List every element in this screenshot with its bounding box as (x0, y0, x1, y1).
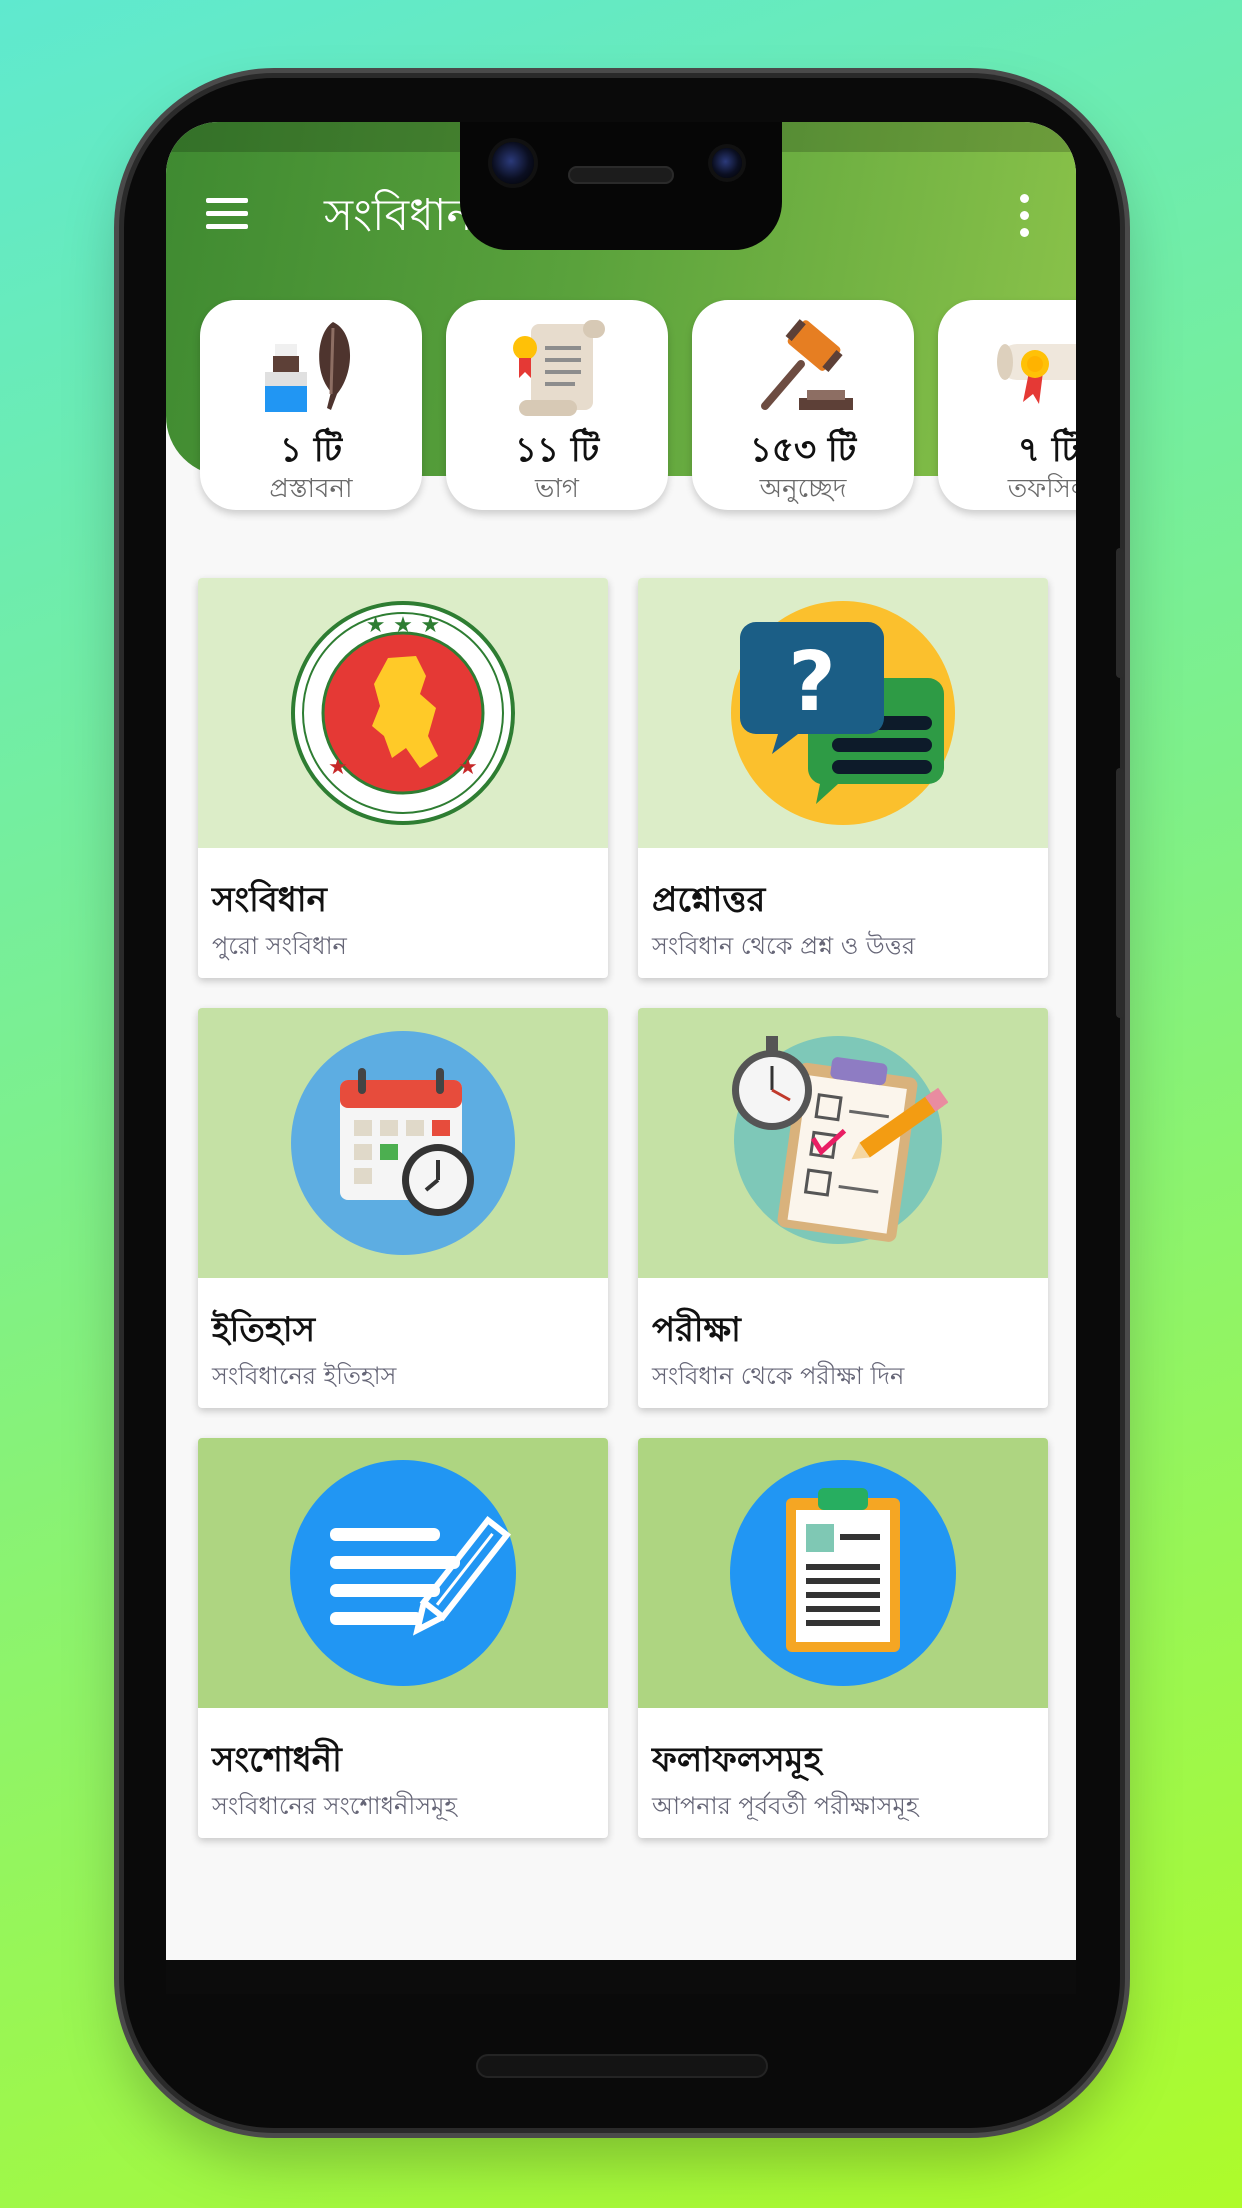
card-title: পরীক্ষা (652, 1310, 741, 1350)
stat-card-schedules[interactable]: ৭ টি তফসিল (938, 300, 1076, 510)
svg-text:?: ? (788, 635, 836, 730)
card-image: ★ ★ ★ ★ ★ (198, 578, 608, 848)
card-image (198, 1008, 608, 1278)
card-subtitle: সংবিধানের সংশোধনীসমূহ (212, 1792, 458, 1820)
menu-card-constitution[interactable]: ★ ★ ★ ★ ★ সংবিধান পুরো সংবিধান (198, 578, 608, 978)
svg-text:★: ★ (458, 755, 478, 780)
card-image (198, 1438, 608, 1708)
stat-card-articles[interactable]: ১৫৩ টি অনুচ্ছেদ (692, 300, 914, 510)
svg-text:★ ★ ★: ★ ★ ★ (366, 613, 441, 638)
card-subtitle: সংবিধান থেকে প্রশ্ন ও উত্তর (652, 932, 916, 960)
stat-card-parts[interactable]: ১১ টি ভাগ (446, 300, 668, 510)
card-title: ইতিহাস (212, 1310, 316, 1350)
menu-card-qa[interactable]: ? প্রশ্নোত্তর সংবিধান থেকে প্রশ্ন ও উত্ত… (638, 578, 1048, 978)
card-title: ফলাফলসমূহ (652, 1740, 822, 1780)
card-subtitle: আপনার পূর্ববর্তী পরীক্ষাসমূহ (652, 1792, 919, 1820)
stats-carousel[interactable]: ১ টি প্রস্তাবনা ১১ টি ভাগ ১৫৩ টি অনুচ্ছে… (200, 300, 1076, 510)
gavel-icon (761, 319, 853, 410)
edit-document-icon (290, 1460, 516, 1686)
question-chat-icon: ? (731, 601, 955, 825)
page-title: সংবিধান (324, 190, 473, 241)
camera-notch (460, 122, 782, 250)
card-title: সংশোধনী (212, 1740, 342, 1780)
card-subtitle: পুরো সংবিধান (212, 932, 347, 960)
card-title: সংবিধান (212, 880, 327, 920)
phone-power-button (1116, 548, 1124, 678)
ink-quill-icon (265, 322, 351, 412)
earpiece-speaker (568, 166, 674, 184)
more-options-icon[interactable] (1018, 194, 1032, 238)
menu-card-amendments[interactable]: সংশোধনী সংবিধানের সংশোধনীসমূহ (198, 1438, 608, 1838)
clipboard-results-icon (730, 1460, 956, 1686)
government-seal-icon: ★ ★ ★ ★ ★ (291, 601, 515, 825)
card-subtitle: সংবিধানের ইতিহাস (212, 1362, 397, 1390)
card-image: ? (638, 578, 1048, 848)
stat-label: ভাগ (535, 474, 579, 504)
app-screen: সংবিধান ১ টি প্রস্তাবনা ১১ টি ভাগ ১৫৩ টি… (166, 122, 1076, 1960)
menu-card-history[interactable]: ইতিহাস সংবিধানের ইতিহাস (198, 1008, 608, 1408)
navigation-bar (166, 1960, 1076, 1994)
svg-text:★: ★ (328, 755, 348, 780)
home-indicator (476, 2054, 768, 2078)
scroll-icon (513, 320, 605, 416)
card-image (638, 1438, 1048, 1708)
front-camera (492, 142, 534, 184)
diploma-icon (997, 344, 1076, 404)
exam-checklist-icon (732, 1036, 948, 1244)
card-title: প্রশ্নোত্তর (652, 880, 766, 920)
menu-card-results[interactable]: ফলাফলসমূহ আপনার পূর্ববর্তী পরীক্ষাসমূহ (638, 1438, 1048, 1838)
stat-label: তফসিল (1007, 474, 1076, 504)
calendar-clock-icon (291, 1031, 515, 1255)
card-image (638, 1008, 1048, 1278)
stat-label: অনুচ্ছেদ (759, 474, 847, 504)
menu-card-exam[interactable]: পরীক্ষা সংবিধান থেকে পরীক্ষা দিন (638, 1008, 1048, 1408)
front-sensor (712, 148, 742, 178)
hamburger-menu-icon[interactable] (206, 198, 250, 232)
phone-volume-button (1116, 768, 1124, 1018)
stat-label: প্রস্তাবনা (269, 474, 353, 504)
card-subtitle: সংবিধান থেকে পরীক্ষা দিন (652, 1362, 905, 1390)
stat-card-preamble[interactable]: ১ টি প্রস্তাবনা (200, 300, 422, 510)
